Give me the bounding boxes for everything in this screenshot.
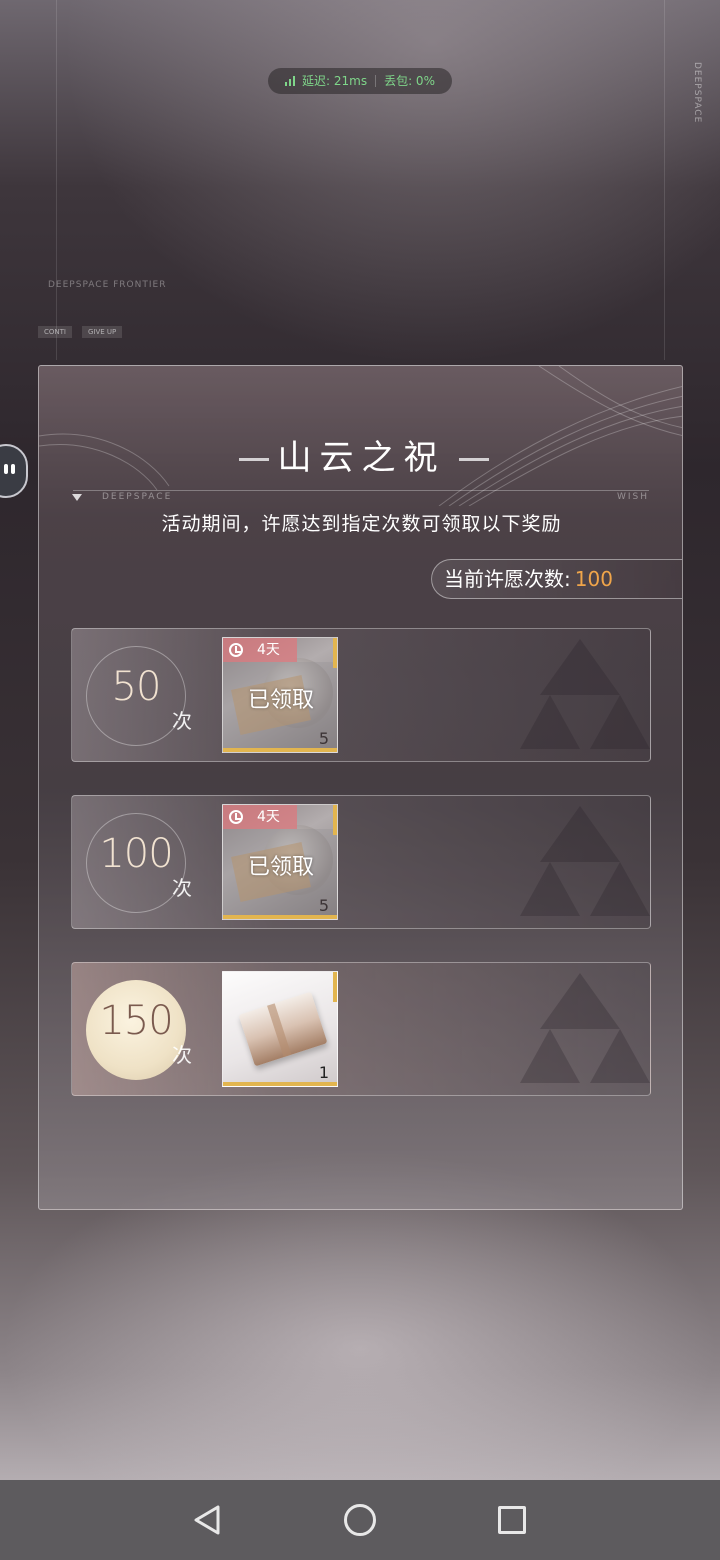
title-divider	[73, 490, 649, 491]
claimed-label: 已领取	[247, 688, 314, 713]
item-quantity: 5	[318, 896, 329, 915]
background-glow	[0, 0, 720, 420]
tag-deepspace: DEEPSPACE	[102, 492, 173, 502]
background-line	[56, 0, 57, 360]
back-icon[interactable]	[192, 1504, 222, 1536]
claimed-label: 已领取	[247, 855, 314, 880]
reward-modal: 山云之祝 DEEPSPACE WISH 活动期间，许愿达到指定次数可领取以下奖励…	[38, 365, 683, 1210]
reward-item[interactable]: 4天 已领取 5	[222, 804, 338, 920]
network-status-pill: 延迟: 21ms 丢包: 0%	[268, 68, 452, 94]
rarity-edge	[333, 805, 337, 835]
triangle-pattern-decoration	[520, 639, 650, 749]
wish-count-label: 当前许愿次数:	[444, 567, 571, 591]
triangle-marker-icon	[72, 494, 82, 501]
rarity-edge	[333, 638, 337, 668]
clock-icon	[229, 643, 243, 657]
threshold-number: 50	[111, 664, 162, 710]
timer-badge: 4天	[223, 638, 297, 662]
tag-wish: WISH	[617, 492, 650, 502]
wish-count-pill: 当前许愿次数: 100	[431, 559, 682, 599]
home-icon[interactable]	[344, 1504, 376, 1536]
reward-row-50[interactable]: 50 次 4天 已领取 5	[71, 628, 651, 762]
threshold-unit: 次	[172, 709, 192, 733]
threshold-unit: 次	[172, 1043, 192, 1067]
clock-icon	[229, 810, 243, 824]
floating-assistant-button[interactable]	[0, 444, 28, 498]
rarity-bar	[223, 915, 337, 919]
background-give-up-button: GIVE UP	[82, 326, 123, 338]
latency-text: 延迟: 21ms	[302, 74, 368, 88]
background-line	[664, 0, 665, 360]
background-caption: DEEPSPACE FRONTIER	[48, 280, 167, 290]
reward-item[interactable]: 4天 已领取 5	[222, 637, 338, 753]
brand-vertical-text: DEEPSPACE	[692, 62, 702, 124]
rarity-bar	[223, 748, 337, 752]
threshold-number: 150	[99, 998, 173, 1044]
reward-item[interactable]: 1	[222, 971, 338, 1087]
threshold-unit: 次	[172, 876, 192, 900]
assistant-eye-icon	[11, 464, 15, 474]
reward-row-150[interactable]: 150 次 1	[71, 962, 651, 1096]
triangle-pattern-decoration	[520, 806, 650, 916]
timer-text: 4天	[257, 642, 280, 658]
item-quantity: 5	[318, 729, 329, 748]
assistant-eye-icon	[4, 464, 8, 474]
timer-badge: 4天	[223, 805, 297, 829]
rarity-edge	[333, 972, 337, 1002]
rarity-bar	[223, 1082, 337, 1086]
gift-box-icon	[238, 991, 328, 1067]
status-divider	[375, 75, 377, 87]
signal-icon	[285, 76, 297, 86]
packet-loss-text: 丢包: 0%	[384, 74, 435, 88]
reward-row-100[interactable]: 100 次 4天 已领取 5	[71, 795, 651, 929]
triangle-pattern-decoration	[520, 973, 650, 1083]
threshold-number: 100	[99, 831, 173, 877]
wish-count-value: 100	[574, 567, 613, 591]
recent-apps-icon[interactable]	[498, 1506, 526, 1534]
modal-subtitle: 活动期间，许愿达到指定次数可领取以下奖励	[161, 513, 562, 535]
timer-text: 4天	[257, 809, 280, 825]
item-quantity: 1	[318, 1063, 329, 1082]
modal-title: 山云之祝	[277, 438, 446, 478]
background-continue-button: CONTI	[38, 326, 72, 338]
